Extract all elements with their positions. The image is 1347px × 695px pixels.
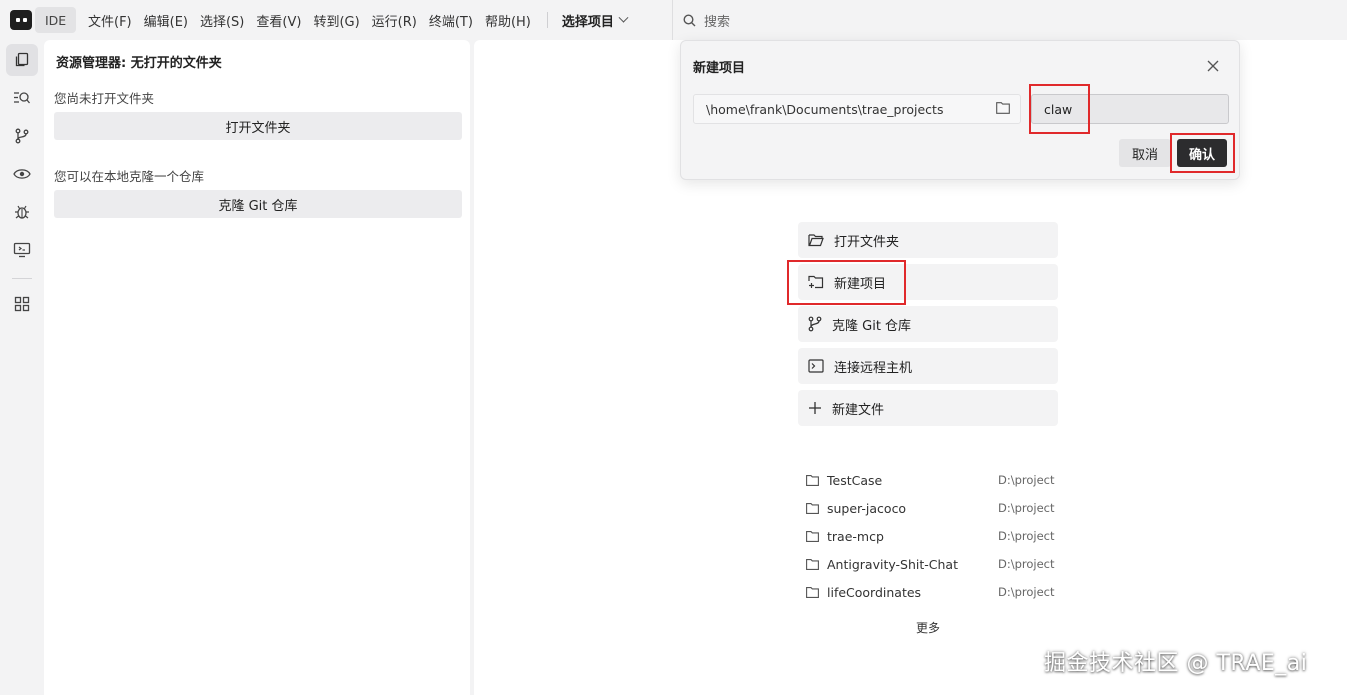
start-open-folder[interactable]: 打开文件夹: [798, 222, 1058, 258]
recent-project-path: D:\project: [998, 557, 1055, 571]
search-list-icon: [14, 92, 30, 104]
recent-project[interactable]: TestCase D:\project: [806, 470, 1055, 490]
start-open-folder-label: 打开文件夹: [834, 234, 900, 250]
clone-message: 您可以在本地克隆一个仓库: [54, 169, 205, 184]
recent-project-name: lifeCoordinates: [827, 584, 922, 600]
title-bar: IDE 文件(F) 编辑(E) 选择(S) 查看(V) 转到(G) 运行(R) …: [0, 0, 1347, 40]
menu-terminal[interactable]: 终端(T): [423, 11, 479, 30]
recent-project[interactable]: super-jacoco D:\project: [806, 498, 1055, 518]
extensions-grid-icon: [14, 296, 30, 312]
project-name-input[interactable]: [1031, 94, 1229, 124]
debug-activity-button[interactable]: [6, 196, 38, 228]
explorer-activity-button[interactable]: [6, 44, 38, 76]
no-folder-message: 您尚未打开文件夹: [54, 91, 155, 106]
project-selector-label: 选择项目: [561, 14, 614, 30]
activity-divider: [12, 278, 32, 279]
folder-icon: [806, 530, 819, 542]
folder-icon: [806, 558, 819, 570]
start-clone-git-label: 克隆 Git 仓库: [832, 318, 912, 334]
close-icon[interactable]: [1205, 58, 1221, 74]
monitor-icon: [13, 242, 31, 258]
new-project-icon: [808, 275, 824, 289]
activity-bar: [0, 40, 44, 695]
start-new-file-label: 新建文件: [832, 402, 885, 418]
folder-icon: [806, 474, 819, 486]
folder-icon: [806, 586, 819, 598]
recent-project-path: D:\project: [998, 501, 1055, 515]
recent-project[interactable]: Antigravity-Shit-Chat D:\project: [806, 554, 1055, 574]
start-new-project[interactable]: 新建项目: [798, 264, 1058, 300]
start-connect-remote[interactable]: 连接远程主机: [798, 348, 1058, 384]
dialog-title: 新建项目: [693, 61, 746, 76]
recent-project-path: D:\project: [998, 585, 1055, 599]
menu-view[interactable]: 查看(V): [250, 11, 307, 30]
ide-mode-badge[interactable]: IDE: [35, 7, 77, 33]
new-project-dialog: 新建项目 \home\frank\Documents\trae_projects…: [680, 40, 1240, 180]
recent-project-name: super-jacoco: [827, 500, 907, 516]
explorer-title: 资源管理器: 无打开的文件夹: [56, 56, 222, 71]
start-new-project-label: 新建项目: [834, 276, 887, 292]
recent-project-name: TestCase: [827, 472, 883, 488]
recent-project-path: D:\project: [998, 529, 1055, 543]
source-control-activity-button[interactable]: [6, 120, 38, 152]
menu-go[interactable]: 转到(G): [307, 11, 365, 30]
menu-file[interactable]: 文件(F): [82, 11, 138, 30]
extensions-activity-button[interactable]: [6, 288, 38, 320]
files-icon: [15, 52, 29, 67]
search-placeholder: 搜索: [704, 14, 731, 30]
folder-icon: [806, 502, 819, 514]
app-logo-icon: [10, 10, 32, 30]
menu-bar: 文件(F) 编辑(E) 选择(S) 查看(V) 转到(G) 运行(R) 终端(T…: [82, 0, 633, 40]
menu-run[interactable]: 运行(R): [366, 11, 423, 30]
folder-open-icon: [808, 234, 824, 247]
search-activity-button[interactable]: [6, 82, 38, 114]
bug-icon: [15, 205, 29, 219]
global-search[interactable]: 搜索: [672, 0, 730, 40]
preview-activity-button[interactable]: [6, 158, 38, 190]
search-icon: [683, 13, 696, 26]
project-location-value: \home\frank\Documents\trae_projects: [706, 101, 944, 117]
menu-edit[interactable]: 编辑(E): [138, 11, 194, 30]
terminal-icon: [808, 359, 824, 373]
open-folder-button[interactable]: 打开文件夹: [54, 112, 462, 140]
project-location-field[interactable]: \home\frank\Documents\trae_projects: [693, 94, 1021, 124]
cancel-button[interactable]: 取消: [1119, 139, 1171, 167]
recent-project-name: Antigravity-Shit-Chat: [827, 556, 958, 572]
explorer-panel: 资源管理器: 无打开的文件夹 您尚未打开文件夹 打开文件夹 您可以在本地克隆一个…: [44, 40, 470, 695]
ide-window: IDE 文件(F) 编辑(E) 选择(S) 查看(V) 转到(G) 运行(R) …: [0, 0, 1347, 695]
recent-project-name: trae-mcp: [827, 528, 884, 544]
chevron-down-icon: [618, 12, 629, 23]
menu-divider: [546, 12, 548, 28]
git-branch-icon: [15, 128, 29, 144]
eye-icon: [13, 169, 31, 179]
confirm-button[interactable]: 确认: [1177, 139, 1227, 167]
start-new-file[interactable]: 新建文件: [798, 390, 1058, 426]
menu-help[interactable]: 帮助(H): [479, 11, 537, 30]
git-branch-icon: [808, 316, 822, 332]
watermark: 掘金技术社区 @ TRAE_ai: [1044, 651, 1308, 676]
plus-icon: [809, 402, 821, 414]
browse-folder-icon[interactable]: [996, 102, 1010, 114]
remote-activity-button[interactable]: [6, 234, 38, 266]
project-selector[interactable]: 选择项目: [556, 11, 633, 30]
menu-selection[interactable]: 选择(S): [194, 11, 250, 30]
more-recent-link[interactable]: 更多: [916, 619, 940, 636]
start-clone-git[interactable]: 克隆 Git 仓库: [798, 306, 1058, 342]
start-connect-remote-label: 连接远程主机: [834, 360, 913, 376]
recent-project-path: D:\project: [998, 473, 1055, 487]
clone-git-repo-button[interactable]: 克隆 Git 仓库: [54, 190, 462, 218]
recent-project[interactable]: trae-mcp D:\project: [806, 526, 1055, 546]
recent-project[interactable]: lifeCoordinates D:\project: [806, 582, 1055, 602]
